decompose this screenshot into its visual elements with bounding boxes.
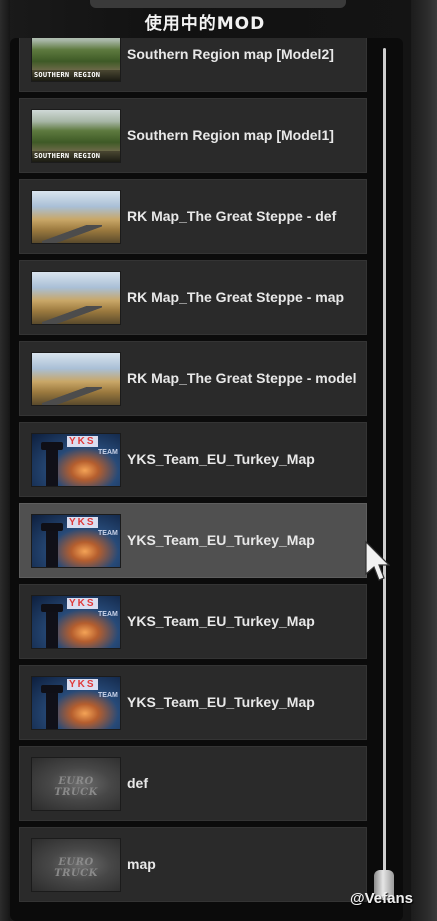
mod-thumbnail: YKS TEAM <box>31 513 121 568</box>
mod-name: def <box>127 775 148 791</box>
mod-list-item[interactable]: RK Map_The Great Steppe - map <box>19 260 367 335</box>
mouse-pointer-icon <box>365 540 390 581</box>
thumbnail-tower <box>46 686 58 729</box>
mod-name: RK Map_The Great Steppe - def <box>127 208 337 224</box>
mod-thumbnail: YKS TEAM <box>31 432 121 487</box>
yks-logo: YKS <box>67 516 98 528</box>
yks-logo: YKS <box>67 597 98 609</box>
mod-name: Southern Region map [Model1] <box>127 127 334 143</box>
mod-thumbnail: YKS TEAM <box>31 594 121 649</box>
thumbnail-caption: SOUTHERN REGION <box>32 150 120 162</box>
mod-thumbnail: SOUTHERN REGION <box>31 108 121 163</box>
yks-logo-sub: TEAM <box>98 529 118 537</box>
watermark: @Vefans <box>350 890 413 907</box>
panel-title: 使用中的MOD <box>144 14 266 34</box>
mod-list-item[interactable]: EURO TRUCK def <box>19 746 367 821</box>
mod-list-item[interactable]: SOUTHERN REGION Southern Region map [Mode… <box>19 98 367 173</box>
mod-list-item[interactable]: YKS TEAM YKS_Team_EU_Turkey_Map <box>19 584 367 659</box>
mod-list-item[interactable]: YKS TEAM YKS_Team_EU_Turkey_Map <box>19 665 367 740</box>
thumbnail-road <box>42 305 102 324</box>
mod-name: map <box>127 856 156 872</box>
mod-list-item[interactable]: YKS TEAM YKS_Team_EU_Turkey_Map <box>19 503 367 578</box>
yks-logo: YKS <box>67 678 98 690</box>
ets-logo: EURO TRUCK <box>54 856 98 879</box>
mod-thumbnail <box>31 189 121 244</box>
thumbnail-tower-top <box>41 441 63 450</box>
mod-name: Southern Region map [Model2] <box>127 46 334 62</box>
thumbnail-road <box>42 386 102 405</box>
mod-thumbnail <box>31 351 121 406</box>
mod-list-item[interactable]: RK Map_The Great Steppe - def <box>19 179 367 254</box>
thumbnail-tower-top <box>41 684 63 693</box>
mod-thumbnail: SOUTHERN REGION <box>31 38 121 82</box>
mod-list-item[interactable]: EURO TRUCK map <box>19 827 367 902</box>
thumbnail-tower-top <box>41 603 63 612</box>
mod-name: YKS_Team_EU_Turkey_Map <box>127 613 315 629</box>
thumbnail-tower-top <box>41 522 63 531</box>
yks-logo-sub: TEAM <box>98 448 118 456</box>
panel-left-edge <box>0 0 10 921</box>
mod-name: YKS_Team_EU_Turkey_Map <box>127 451 315 467</box>
thumbnail-tower <box>46 605 58 648</box>
active-mod-list[interactable]: SOUTHERN REGION Southern Region map [Mode… <box>19 38 367 921</box>
mod-thumbnail: YKS TEAM <box>31 675 121 730</box>
mod-thumbnail: EURO TRUCK <box>31 837 121 892</box>
mod-list-item[interactable]: YKS TEAM YKS_Team_EU_Turkey_Map <box>19 422 367 497</box>
scrollbar-track[interactable] <box>383 48 386 893</box>
yks-logo: YKS <box>67 435 98 447</box>
mod-list-item[interactable]: RK Map_The Great Steppe - model <box>19 341 367 416</box>
thumbnail-tower <box>46 524 58 567</box>
thumbnail-caption: SOUTHERN REGION <box>32 69 120 81</box>
mod-name: YKS_Team_EU_Turkey_Map <box>127 694 315 710</box>
mod-thumbnail <box>31 270 121 325</box>
mod-list-item[interactable]: SOUTHERN REGION Southern Region map [Mode… <box>19 38 367 92</box>
panel-right-edge <box>411 0 437 921</box>
mod-thumbnail: EURO TRUCK <box>31 756 121 811</box>
thumbnail-road <box>42 224 102 243</box>
ets-logo: EURO TRUCK <box>54 775 98 798</box>
mod-name: RK Map_The Great Steppe - map <box>127 289 345 305</box>
thumbnail-tower <box>46 443 58 486</box>
yks-logo-sub: TEAM <box>98 610 118 618</box>
yks-logo-sub: TEAM <box>98 691 118 699</box>
mod-panel: 使用中的MOD SOUTHERN REGION Southern Region m… <box>0 0 437 921</box>
mod-name: YKS_Team_EU_Turkey_Map <box>127 532 315 548</box>
mod-name: RK Map_The Great Steppe - model <box>127 370 357 386</box>
